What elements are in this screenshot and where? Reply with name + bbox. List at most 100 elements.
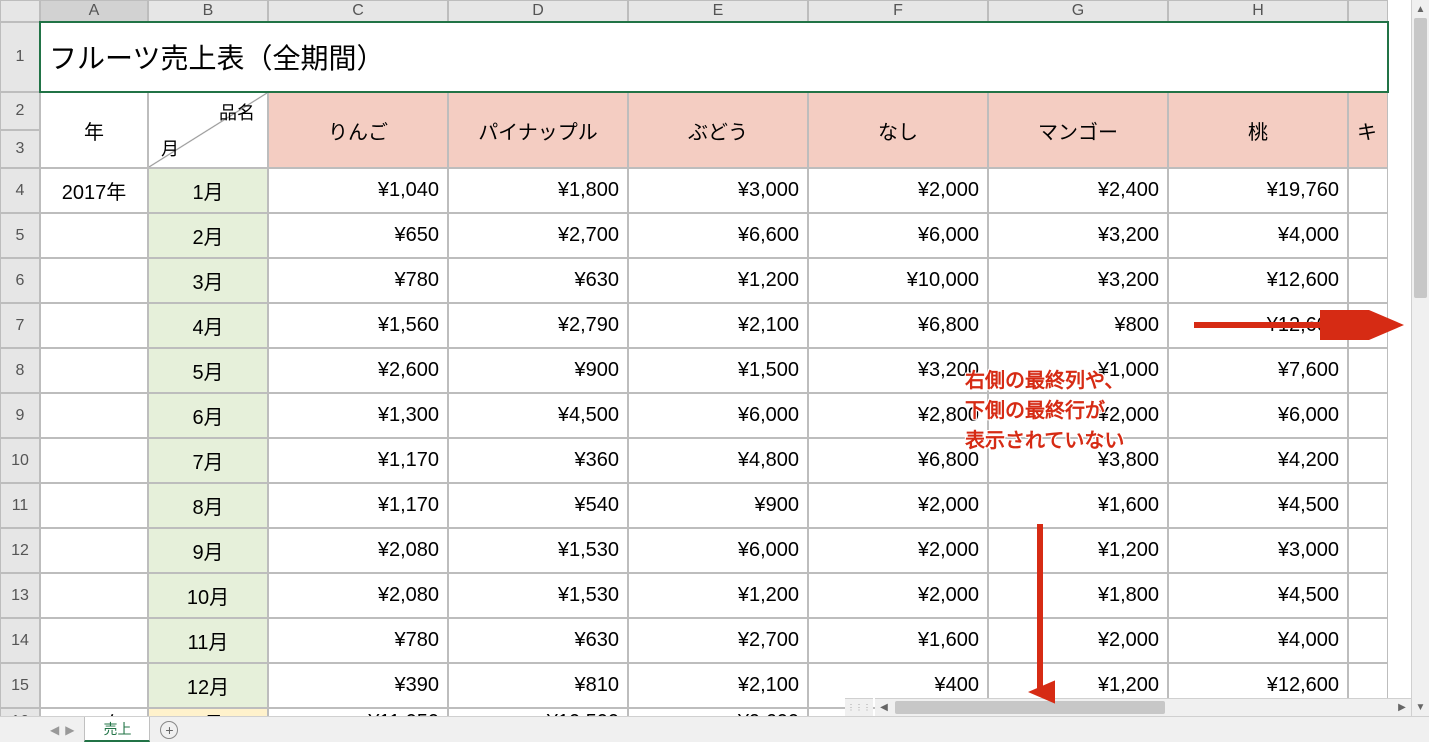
header-fruit-2[interactable]: ぶどう	[628, 92, 808, 168]
data-cell-partial[interactable]	[1348, 573, 1388, 618]
year-cell[interactable]	[40, 438, 148, 483]
data-cell-partial[interactable]	[1348, 258, 1388, 303]
vscroll-thumb[interactable]	[1414, 18, 1427, 298]
data-cell[interactable]: ¥1,600	[808, 618, 988, 663]
vertical-scrollbar[interactable]: ▲ ▼	[1411, 0, 1429, 716]
month-cell[interactable]: 7月	[148, 438, 268, 483]
data-cell[interactable]: ¥2,000	[808, 168, 988, 213]
data-cell[interactable]: ¥900	[448, 348, 628, 393]
data-cell[interactable]: ¥2,700	[448, 213, 628, 258]
data-cell[interactable]: ¥2,100	[628, 303, 808, 348]
data-cell[interactable]: ¥2,100	[628, 663, 808, 708]
month-cell[interactable]: 9月	[148, 528, 268, 573]
data-cell[interactable]: ¥2,000	[808, 573, 988, 618]
data-cell[interactable]: ¥2,000	[808, 528, 988, 573]
data-cell[interactable]: ¥780	[268, 618, 448, 663]
data-cell[interactable]: ¥6,000	[1168, 393, 1348, 438]
header-fruit-4[interactable]: マンゴー	[988, 92, 1168, 168]
data-cell[interactable]: ¥4,500	[1168, 573, 1348, 618]
row-header-3[interactable]: 3	[0, 130, 40, 168]
data-cell[interactable]: ¥7,600	[1168, 348, 1348, 393]
row-header-4[interactable]: 4	[0, 168, 40, 213]
data-cell[interactable]: ¥2,080	[268, 573, 448, 618]
data-cell[interactable]: ¥1,800	[988, 573, 1168, 618]
data-cell-partial[interactable]	[1348, 438, 1388, 483]
year-cell[interactable]	[40, 528, 148, 573]
header-fruit-partial[interactable]: キ	[1348, 92, 1388, 168]
row-header-2[interactable]: 2	[0, 92, 40, 130]
data-cell[interactable]: ¥630	[448, 258, 628, 303]
col-header-G[interactable]: G	[988, 0, 1168, 22]
data-cell[interactable]: ¥800	[988, 303, 1168, 348]
data-cell[interactable]: ¥3,000	[628, 168, 808, 213]
row-header-11[interactable]: 11	[0, 483, 40, 528]
row-header-13[interactable]: 13	[0, 573, 40, 618]
data-cell-partial[interactable]	[1348, 168, 1388, 213]
row-header-5[interactable]: 5	[0, 213, 40, 258]
data-cell[interactable]: ¥3,200	[808, 348, 988, 393]
title-cell[interactable]: フルーツ売上表（全期間）	[40, 22, 1388, 92]
col-header-H[interactable]: H	[1168, 0, 1348, 22]
col-header-E[interactable]: E	[628, 0, 808, 22]
row-header-15[interactable]: 15	[0, 663, 40, 708]
scroll-right-icon[interactable]: ▶	[1393, 699, 1411, 716]
data-cell-partial[interactable]	[1348, 393, 1388, 438]
row-header-14[interactable]: 14	[0, 618, 40, 663]
horizontal-scrollbar[interactable]: ◀ ▶	[875, 698, 1411, 716]
year-cell[interactable]	[40, 618, 148, 663]
data-cell[interactable]: ¥1,560	[268, 303, 448, 348]
data-cell[interactable]: ¥12,600	[1168, 303, 1348, 348]
data-cell[interactable]: ¥2,800	[808, 393, 988, 438]
header-fruit-3[interactable]: なし	[808, 92, 988, 168]
data-cell[interactable]: ¥1,200	[988, 528, 1168, 573]
data-cell[interactable]: ¥3,200	[988, 258, 1168, 303]
tab-next-icon[interactable]: ▶	[65, 723, 74, 737]
row-header-9[interactable]: 9	[0, 393, 40, 438]
row-header-1[interactable]: 1	[0, 22, 40, 92]
data-cell-partial[interactable]	[1348, 528, 1388, 573]
spreadsheet-grid[interactable]: A B C D E F G H 1 フルーツ売上表（全期間） 2 年 品名 月 …	[0, 0, 1429, 716]
data-cell[interactable]: ¥4,500	[1168, 483, 1348, 528]
month-cell[interactable]: 2月	[148, 213, 268, 258]
month-cell[interactable]: 12月	[148, 663, 268, 708]
data-cell[interactable]: ¥1,040	[268, 168, 448, 213]
year-cell[interactable]	[40, 348, 148, 393]
data-cell[interactable]: ¥2,080	[268, 528, 448, 573]
data-cell[interactable]: ¥540	[448, 483, 628, 528]
year-cell[interactable]: 2017年	[40, 168, 148, 213]
data-cell[interactable]: ¥3,200	[988, 213, 1168, 258]
data-cell[interactable]: ¥1,530	[448, 573, 628, 618]
month-cell[interactable]: 3月	[148, 258, 268, 303]
col-header-B[interactable]: B	[148, 0, 268, 22]
data-cell[interactable]: ¥6,000	[808, 213, 988, 258]
data-cell[interactable]: ¥390	[268, 663, 448, 708]
data-cell[interactable]: ¥4,000	[1168, 618, 1348, 663]
data-cell[interactable]: ¥2,000	[808, 483, 988, 528]
data-cell[interactable]: ¥780	[268, 258, 448, 303]
data-cell-partial[interactable]	[1348, 483, 1388, 528]
data-cell[interactable]: ¥1,170	[268, 483, 448, 528]
row-header-6[interactable]: 6	[0, 258, 40, 303]
data-cell[interactable]: ¥4,000	[1168, 213, 1348, 258]
data-cell[interactable]: ¥1,300	[268, 393, 448, 438]
data-cell[interactable]: ¥1,530	[448, 528, 628, 573]
data-cell[interactable]: ¥4,200	[1168, 438, 1348, 483]
year-cell[interactable]	[40, 213, 148, 258]
row-header-7[interactable]: 7	[0, 303, 40, 348]
header-diagonal[interactable]: 品名 月	[148, 92, 268, 168]
month-cell[interactable]: 1月	[148, 168, 268, 213]
col-header-partial[interactable]	[1348, 0, 1388, 22]
tab-prev-icon[interactable]: ◀	[50, 723, 59, 737]
data-cell[interactable]: ¥1,500	[628, 348, 808, 393]
data-cell[interactable]: ¥2,790	[448, 303, 628, 348]
header-fruit-1[interactable]: パイナップル	[448, 92, 628, 168]
data-cell[interactable]: ¥360	[448, 438, 628, 483]
month-cell[interactable]: 5月	[148, 348, 268, 393]
data-cell[interactable]: ¥630	[448, 618, 628, 663]
data-cell[interactable]: ¥2,400	[988, 168, 1168, 213]
data-cell[interactable]: ¥1,170	[268, 438, 448, 483]
header-fruit-5[interactable]: 桃	[1168, 92, 1348, 168]
year-cell[interactable]	[40, 258, 148, 303]
data-cell[interactable]: ¥3,800	[988, 438, 1168, 483]
data-cell[interactable]: ¥2,700	[628, 618, 808, 663]
